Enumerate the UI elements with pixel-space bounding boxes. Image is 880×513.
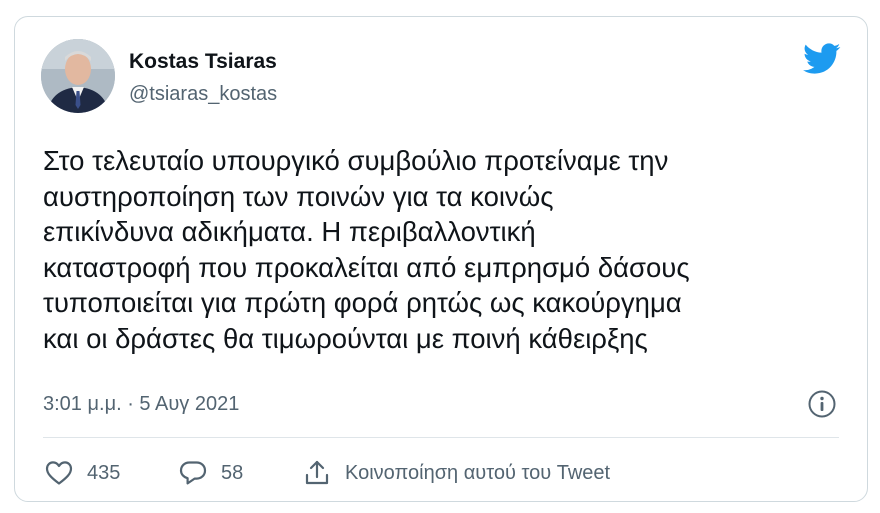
author-handle[interactable]: @tsiaras_kostas <box>129 83 277 106</box>
tweet-text-line: τυποποιείται για πρώτη φορά ρητώς ως κακ… <box>43 287 682 318</box>
share-label: Κοινοποίηση αυτού του Tweet <box>345 461 611 484</box>
author-avatar[interactable] <box>41 39 115 113</box>
author-display-name[interactable]: Kostas Tsiaras <box>129 50 277 74</box>
tweet-text-line: επικίνδυνα αδικήματα. Η περιβαλλοντική <box>43 216 536 247</box>
like-count: 435 <box>87 461 121 484</box>
share-upload-icon <box>305 460 329 485</box>
twitter-bird-icon[interactable] <box>803 43 841 75</box>
profile-photo-icon <box>41 39 115 113</box>
heart-icon <box>45 461 73 485</box>
reply-button[interactable]: 58 <box>179 455 243 491</box>
tweet-text-line: αυστηροποίηση των ποινών για τα κοινώς <box>43 180 554 212</box>
divider <box>43 437 839 438</box>
like-button[interactable]: 435 <box>45 455 120 491</box>
info-icon[interactable] <box>807 389 837 419</box>
tweet-timestamp[interactable]: 3:01 μ.μ. · 5 Αυγ 2021 <box>43 393 239 416</box>
tweet-text-line: καταστροφή που προκαλείται από εμπρησμό … <box>43 251 690 283</box>
reply-count: 58 <box>221 461 244 484</box>
tweet-text: Στο τελευταίο υπουργικό συμβούλιο προτεί… <box>43 143 853 356</box>
tweet-actions: 435 58 Κοινοποίηση αυτού του Tweet <box>43 455 843 491</box>
tweet-text-line: Στο τελευταίο υπουργικό συμβούλιο προτεί… <box>43 145 669 176</box>
share-button[interactable]: Κοινοποίηση αυτού του Tweet <box>303 455 610 491</box>
tweet-text-line: και οι δράστες θα τιμωρούνται με ποινή κ… <box>43 322 648 354</box>
reply-bubble-icon <box>179 461 207 485</box>
tweet-card: Kostas Tsiaras @tsiaras_kostas Στο τελευ… <box>14 16 868 502</box>
